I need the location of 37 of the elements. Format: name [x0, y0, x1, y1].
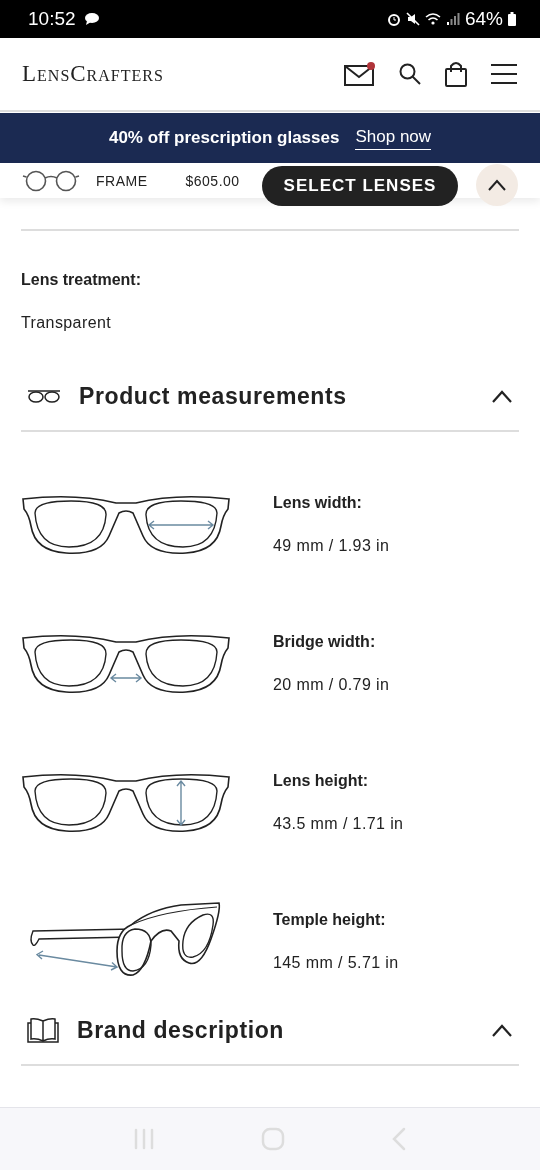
battery-level: 64% — [464, 8, 503, 30]
measurement-value: 43.5 mm / 1.71 in — [273, 815, 404, 833]
frame-label: FRAME — [96, 172, 148, 189]
signal-icon — [445, 12, 460, 26]
mute-icon — [405, 12, 420, 26]
clock: 10:52 — [28, 8, 76, 30]
chat-bubble-icon — [83, 12, 100, 26]
caret-icon[interactable] — [491, 389, 513, 403]
promo-text: 40% off prescription glasses — [108, 128, 340, 148]
wifi-icon — [424, 12, 441, 26]
book-icon — [27, 1017, 59, 1043]
brand-logo[interactable]: LensCrafters — [22, 61, 164, 87]
mail-icon[interactable] — [344, 62, 376, 86]
glasses-icon — [27, 388, 61, 404]
caret-icon — [487, 178, 508, 191]
section-title[interactable]: Product measurements — [79, 382, 473, 410]
battery-icon — [508, 12, 516, 26]
measurement-value: 145 mm / 5.71 in — [273, 954, 399, 972]
collapse-button[interactable] — [476, 163, 519, 206]
measurement-label: Lens width: — [273, 494, 363, 512]
shopping-bag-icon[interactable] — [444, 61, 468, 87]
glasses-icon — [22, 169, 80, 192]
measurement-value: 20 mm / 0.79 in — [273, 676, 390, 694]
field-value: Transparent — [21, 314, 113, 332]
measurement-label: Temple height: — [273, 911, 387, 929]
alarm-icon — [386, 12, 401, 26]
section-title[interactable]: Brand description — [77, 1016, 473, 1044]
frame-price: $605.00 — [185, 172, 240, 189]
shop-now-link[interactable]: Shop now — [355, 126, 432, 150]
menu-icon[interactable] — [490, 63, 518, 85]
field-label: Lens treatment: — [21, 271, 143, 289]
measurement-label: Lens height: — [273, 772, 370, 790]
measurement-label: Bridge width: — [273, 633, 377, 651]
measurement-value: 49 mm / 1.93 in — [273, 537, 390, 555]
select-lenses-button[interactable]: SELECT LENSES — [261, 165, 459, 206]
caret-icon[interactable] — [491, 1023, 513, 1037]
search-icon[interactable] — [398, 62, 422, 86]
